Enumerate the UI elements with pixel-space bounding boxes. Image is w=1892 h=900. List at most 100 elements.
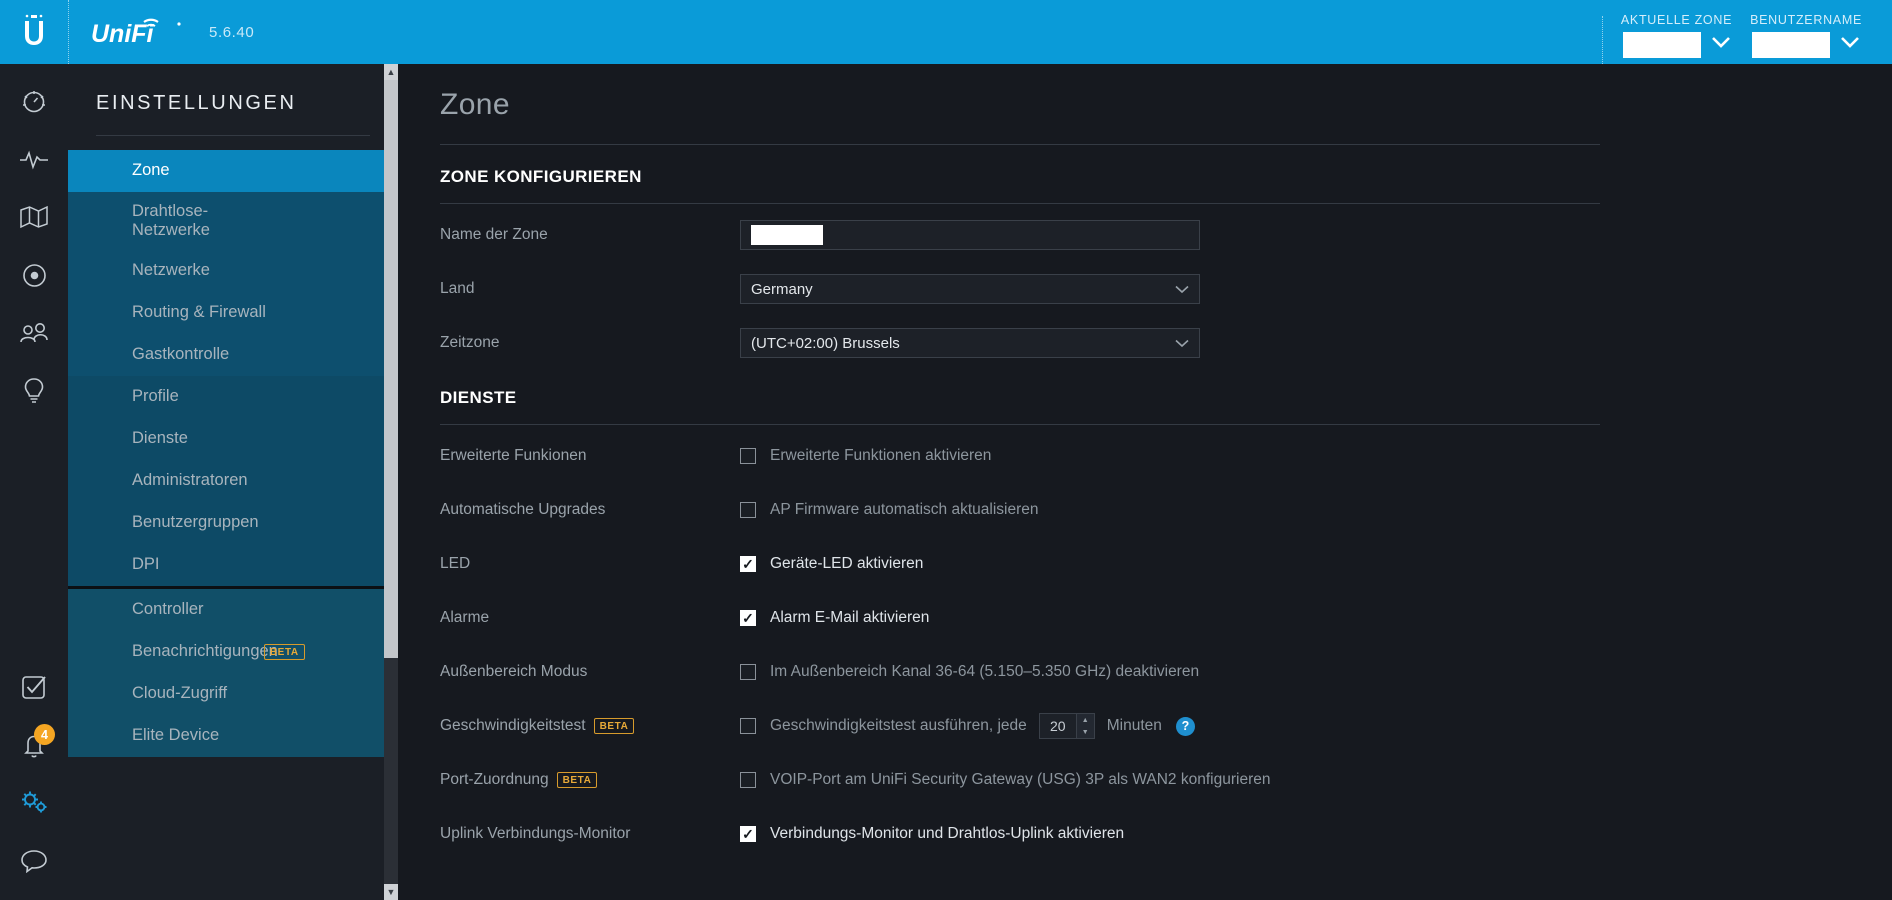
current-zone-selector[interactable]: AKTUELLE ZONE — [1621, 13, 1732, 64]
field-label-group: Port-Zuordnung BETA — [440, 771, 740, 789]
field-row-speedtest: Geschwindigkeitstest BETA Geschwindigkei… — [440, 703, 1892, 749]
country-select[interactable]: Germany — [740, 274, 1200, 304]
sidebar-item-elite-device[interactable]: Elite Device — [68, 715, 398, 757]
settings-menu: Zone Drahtlose- Netzwerke Netzwerke Rout… — [68, 150, 398, 757]
uplink-monitor-checkbox[interactable] — [740, 826, 756, 842]
sidebar-item-dpi[interactable]: DPI — [68, 544, 398, 586]
topbar-divider — [68, 0, 69, 64]
checkbox-label: Alarm E-Mail aktivieren — [770, 609, 929, 627]
map-icon[interactable] — [0, 188, 68, 246]
sidebar-item-label-line1: Drahtlose- — [132, 202, 208, 220]
chevron-down-icon[interactable] — [1175, 335, 1189, 352]
beta-badge: BETA — [594, 718, 635, 734]
version-label: 5.6.40 — [209, 24, 254, 41]
alerts-checkbox[interactable] — [740, 610, 756, 626]
sidebar-item-routing-firewall[interactable]: Routing & Firewall — [68, 292, 398, 334]
field-row-led: LED Geräte-LED aktivieren — [440, 541, 1892, 587]
ubiquiti-logo-icon[interactable] — [0, 12, 68, 52]
chevron-down-icon[interactable] — [1711, 36, 1731, 54]
chat-icon[interactable] — [0, 832, 68, 890]
field-row-uplink-monitor: Uplink Verbindungs-Monitor Verbindungs-M… — [440, 811, 1892, 857]
outdoor-mode-checkbox[interactable] — [740, 664, 756, 680]
sidebar-item-label: Gastkontrolle — [132, 345, 229, 364]
timezone-select-value: (UTC+02:00) Brussels — [751, 335, 900, 352]
top-bar: UniFi 5.6.40 AKTUELLE ZONE BENUTZERNAME — [0, 0, 1892, 64]
current-zone-value[interactable] — [1623, 32, 1701, 58]
field-label: Automatische Upgrades — [440, 501, 740, 519]
page-title-divider — [440, 144, 1600, 145]
stepper-up-icon[interactable]: ▲ — [1077, 714, 1094, 726]
statistics-icon[interactable] — [0, 130, 68, 188]
sidebar-item-networks[interactable]: Netzwerke — [68, 250, 398, 292]
sidebar-item-wireless-networks[interactable]: Drahtlose- Netzwerke — [68, 192, 398, 250]
automatic-upgrades-checkbox[interactable] — [740, 502, 756, 518]
redacted-value — [751, 225, 823, 245]
scroll-up-icon[interactable]: ▲ — [384, 64, 398, 80]
alerts-icon[interactable]: 4 — [0, 716, 68, 774]
section-divider — [440, 203, 1600, 204]
username-label: BENUTZERNAME — [1750, 13, 1862, 27]
topbar-right-controls: AKTUELLE ZONE BENUTZERNAME — [1602, 0, 1892, 64]
field-label: Zeitzone — [440, 334, 740, 352]
checkbox-label: Im Außenbereich Kanal 36-64 (5.150–5.350… — [770, 663, 1199, 681]
topbar-right-divider — [1602, 16, 1603, 64]
field-label-group: Geschwindigkeitstest BETA — [440, 717, 740, 735]
page-title: Zone — [440, 64, 1892, 122]
devices-icon[interactable] — [0, 246, 68, 304]
current-zone-label: AKTUELLE ZONE — [1621, 13, 1732, 27]
field-row-country: Land Germany — [440, 266, 1892, 312]
username-selector[interactable]: BENUTZERNAME — [1750, 13, 1862, 64]
stepper-down-icon[interactable]: ▼ — [1077, 726, 1094, 738]
field-row-advanced-features: Erweiterte Funkionen Erweiterte Funktion… — [440, 433, 1892, 479]
sidebar-item-label: Zone — [132, 161, 170, 180]
zone-name-input[interactable] — [740, 220, 1200, 250]
field-label: Uplink Verbindungs-Monitor — [440, 825, 740, 843]
sidebar-item-administrators[interactable]: Administratoren — [68, 460, 398, 502]
chevron-down-icon[interactable] — [1840, 36, 1860, 54]
sidebar-scroll-thumb[interactable] — [384, 80, 398, 658]
field-label: LED — [440, 555, 740, 573]
field-row-zone-name: Name der Zone — [440, 212, 1892, 258]
field-label: Außenbereich Modus — [440, 663, 740, 681]
sidebar-item-label: Dienste — [132, 429, 188, 448]
sidebar-item-label: Controller — [132, 600, 204, 619]
chevron-down-icon[interactable] — [1175, 281, 1189, 298]
field-row-timezone: Zeitzone (UTC+02:00) Brussels — [440, 320, 1892, 366]
sidebar-item-user-groups[interactable]: Benutzergruppen — [68, 502, 398, 544]
insights-icon[interactable] — [0, 362, 68, 420]
section-heading-services: DIENSTE — [440, 388, 1892, 408]
dashboard-icon[interactable] — [0, 72, 68, 130]
speedtest-unit-label: Minuten — [1107, 717, 1162, 735]
checkbox-label: Erweiterte Funktionen aktivieren — [770, 447, 991, 465]
settings-icon[interactable] — [0, 774, 68, 832]
sidebar-item-cloud-access[interactable]: Cloud-Zugriff — [68, 673, 398, 715]
username-value[interactable] — [1752, 32, 1830, 58]
speedtest-interval-input[interactable]: 20 — [1039, 713, 1077, 739]
sidebar-item-label: Drahtlose- Netzwerke — [132, 202, 210, 241]
speedtest-interval-stepper[interactable]: ▲ ▼ — [1077, 713, 1095, 739]
sidebar-item-profiles[interactable]: Profile — [68, 376, 398, 418]
sidebar-item-label: DPI — [132, 555, 160, 574]
sidebar-item-services[interactable]: Dienste — [68, 418, 398, 460]
scroll-down-icon[interactable]: ▼ — [384, 884, 398, 900]
main-content: Zone ZONE KONFIGURIEREN Name der Zone La… — [398, 64, 1892, 900]
sidebar-item-controller[interactable]: Controller — [68, 589, 398, 631]
alerts-badge: 4 — [34, 724, 55, 745]
led-checkbox[interactable] — [740, 556, 756, 572]
speedtest-checkbox[interactable] — [740, 718, 756, 734]
help-icon[interactable]: ? — [1176, 717, 1195, 736]
timezone-select[interactable]: (UTC+02:00) Brussels — [740, 328, 1200, 358]
field-label: Land — [440, 280, 740, 298]
sidebar-item-guest-control[interactable]: Gastkontrolle — [68, 334, 398, 376]
sidebar-item-notifications[interactable]: Benachrichtigungen BETA — [68, 631, 398, 673]
sidebar-item-zone[interactable]: Zone — [68, 150, 398, 192]
checkbox-label: Geräte-LED aktivieren — [770, 555, 923, 573]
clients-icon[interactable] — [0, 304, 68, 362]
port-remapping-checkbox[interactable] — [740, 772, 756, 788]
tasks-icon[interactable] — [0, 658, 68, 716]
sidebar-item-label: Elite Device — [132, 726, 219, 745]
advanced-features-checkbox[interactable] — [740, 448, 756, 464]
sidebar-scrollbar[interactable]: ▲ ▼ — [384, 64, 398, 900]
unifi-wordmark: UniFi — [91, 15, 183, 49]
beta-badge: BETA — [557, 772, 598, 788]
